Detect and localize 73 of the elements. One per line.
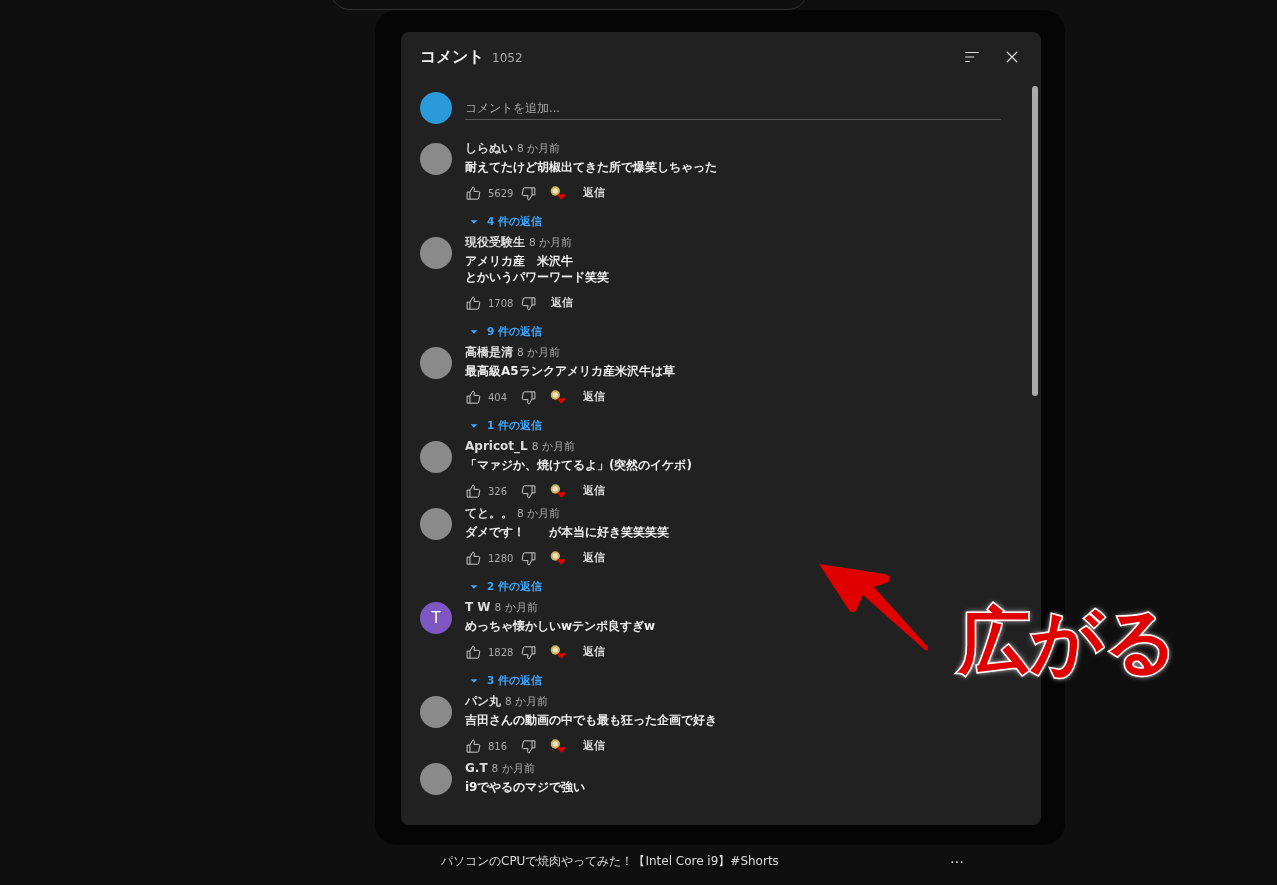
comment-time[interactable]: 8 か月前	[491, 760, 535, 776]
thumbs-up-icon	[465, 643, 482, 661]
comment-author[interactable]: 現役受験生	[465, 234, 525, 250]
reply-button[interactable]: 返信	[543, 292, 581, 314]
comment-count: 1052	[492, 50, 523, 65]
avatar-placeholder	[420, 143, 452, 175]
comment-text: 耐えてたけど胡椒出てきた所で爆笑しちゃった	[465, 159, 717, 175]
avatar-placeholder	[420, 237, 452, 269]
show-replies-button[interactable]: 3 件の返信	[465, 669, 546, 693]
like-count: 1828	[488, 646, 514, 658]
thumbs-up-icon	[465, 737, 482, 755]
reply-button[interactable]: 返信	[575, 735, 613, 757]
avatar-placeholder	[420, 696, 452, 728]
reply-button[interactable]: 返信	[575, 547, 613, 569]
thumbs-down-icon	[520, 482, 537, 500]
thumbs-up-icon	[465, 294, 482, 312]
thumbs-down-icon	[520, 737, 537, 755]
comment-author[interactable]: G.T	[465, 760, 488, 776]
reply-button[interactable]: 返信	[575, 480, 613, 502]
avatar-placeholder	[420, 347, 452, 379]
avatar-placeholder	[420, 763, 452, 795]
comment-text: i9でやるのマジで強い	[465, 779, 586, 795]
video-title[interactable]: パソコンのCPUで焼肉やってみた！【Intel Core i9】#Shorts	[441, 853, 779, 870]
comment-author[interactable]: パン丸	[465, 693, 501, 709]
thumbs-up-icon	[465, 482, 482, 500]
comment-text: ダメです！ が本当に好き笑笑笑笑	[465, 524, 669, 540]
comment-time[interactable]: 8 か月前	[517, 344, 561, 360]
comment-text: アメリカ産 米沢牛 とかいうパワーワード笑笑	[465, 253, 609, 285]
show-replies-button[interactable]: 1 件の返信	[465, 414, 546, 438]
comment-time[interactable]: 8 か月前	[517, 505, 561, 521]
show-replies-button[interactable]: 2 件の返信	[465, 575, 546, 599]
comment-author[interactable]: Apricot_L	[465, 438, 528, 454]
comment-input-field[interactable]: コメントを追加...	[465, 96, 1001, 120]
comment-time[interactable]: 8 か月前	[494, 599, 538, 615]
comment-time[interactable]: 8 か月前	[531, 438, 575, 454]
comment-time[interactable]: 8 か月前	[517, 140, 561, 156]
comment-time[interactable]: 8 か月前	[505, 693, 549, 709]
like-count: 326	[488, 485, 509, 497]
comment-author[interactable]: しらぬい	[465, 140, 513, 156]
comment-author[interactable]: 高橋是清	[465, 344, 513, 360]
thumbs-up-icon	[465, 184, 482, 202]
thumbs-down-icon	[520, 184, 537, 202]
thumbs-down-icon	[520, 388, 537, 406]
thumbs-up-icon	[465, 549, 482, 567]
like-count: 1708	[488, 297, 514, 309]
comment-text: 「マァジか、焼けてるよ」(突然のイケボ)	[465, 457, 692, 473]
scrollbar-thumb[interactable]	[1032, 86, 1038, 396]
thumbs-down-icon	[520, 549, 537, 567]
panel-title: コメント	[420, 46, 484, 68]
comment-text: 最高級A5ランクアメリカ産米沢牛は草	[465, 363, 675, 379]
comment-author[interactable]: T W	[465, 599, 491, 615]
avatar-placeholder	[420, 92, 452, 124]
show-replies-button[interactable]: 9 件の返信	[465, 320, 546, 344]
like-count: 1280	[488, 552, 514, 564]
like-count: 5629	[488, 187, 514, 199]
annotation-text: 広がる	[958, 598, 1178, 685]
show-replies-button[interactable]: 4 件の返信	[465, 210, 546, 234]
avatar: T	[420, 602, 452, 634]
avatar-placeholder	[420, 441, 452, 473]
comment-author[interactable]: てと。。	[465, 505, 513, 521]
reply-button[interactable]: 返信	[575, 182, 613, 204]
comment-text: 吉田さんの動画の中でも最も狂った企画で好き	[465, 712, 717, 728]
thumbs-down-icon	[520, 294, 537, 312]
thumbs-up-icon	[465, 388, 482, 406]
thumbs-down-icon	[520, 643, 537, 661]
comment-text: めっちゃ懐かしいwテンポ良すぎw	[465, 618, 656, 634]
avatar-placeholder	[420, 508, 452, 540]
more-button[interactable]: …	[946, 850, 968, 866]
like-count: 404	[488, 391, 509, 403]
reply-button[interactable]: 返信	[575, 386, 613, 408]
reply-button[interactable]: 返信	[575, 641, 613, 663]
comment-time[interactable]: 8 か月前	[529, 234, 573, 250]
like-count: 816	[488, 740, 509, 752]
